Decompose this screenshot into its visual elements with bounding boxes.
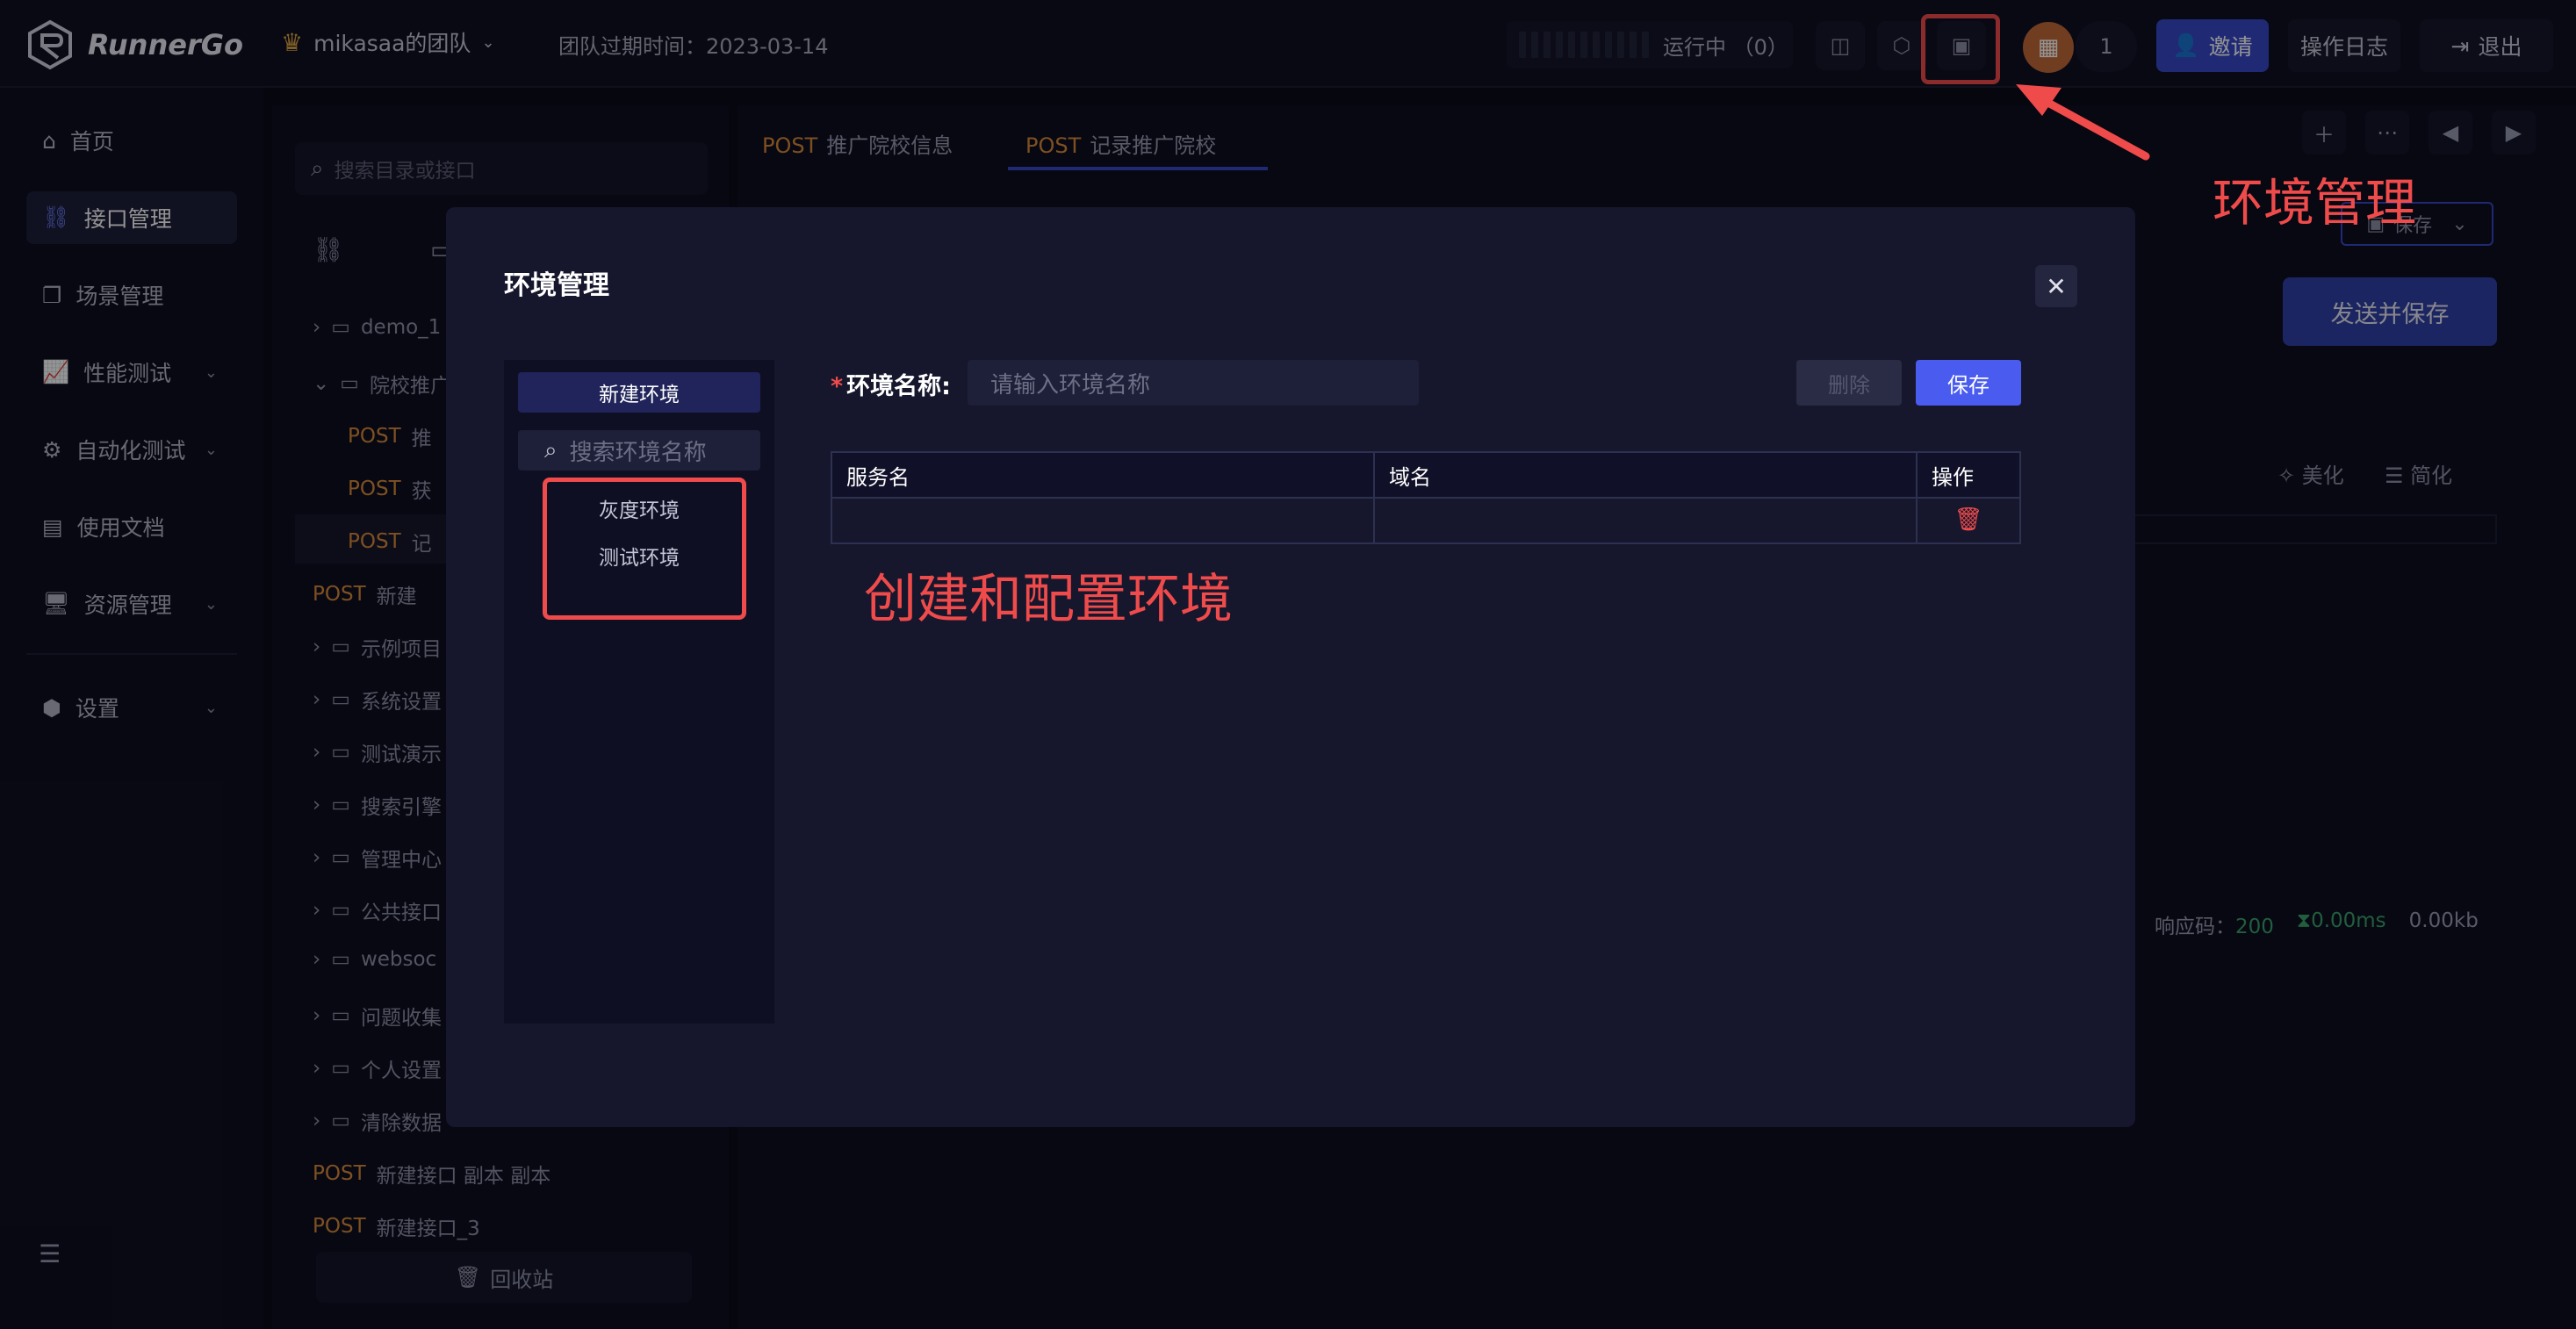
search-icon: ⌕ xyxy=(544,436,558,463)
env-list-highlight xyxy=(543,478,746,620)
modal-title: 环境管理 xyxy=(504,270,609,301)
annotation-arrow-icon xyxy=(2016,84,2150,161)
env-name-label: * 环境名称: xyxy=(831,373,951,400)
env-search-input[interactable]: ⌕ 搜索环境名称 xyxy=(518,430,760,471)
annotation-env-mgmt: 环境管理 xyxy=(2213,173,2417,233)
close-icon[interactable]: ✕ xyxy=(2035,265,2077,307)
service-name-cell[interactable] xyxy=(832,497,1373,542)
env-name-label-text: 环境名称: xyxy=(846,373,951,400)
delete-button[interactable]: 删除 xyxy=(1796,360,1902,406)
new-env-button[interactable]: 新建环境 xyxy=(518,372,760,413)
env-name-input[interactable]: 请输入环境名称 xyxy=(968,360,1419,406)
env-search-placeholder: 搜索环境名称 xyxy=(569,439,707,466)
trash-icon[interactable]: 🗑 xyxy=(1918,497,2019,542)
column-header: 操作 xyxy=(1918,453,2019,497)
column-header: 域名 xyxy=(1375,453,1916,497)
domain-cell[interactable] xyxy=(1375,497,1916,542)
save-button[interactable]: 保存 xyxy=(1916,360,2021,406)
column-header: 服务名 xyxy=(832,453,1373,497)
annotation-create-config: 创建和配置环境 xyxy=(864,569,1233,630)
service-table: 服务名 域名 操作 🗑 xyxy=(831,451,2021,544)
